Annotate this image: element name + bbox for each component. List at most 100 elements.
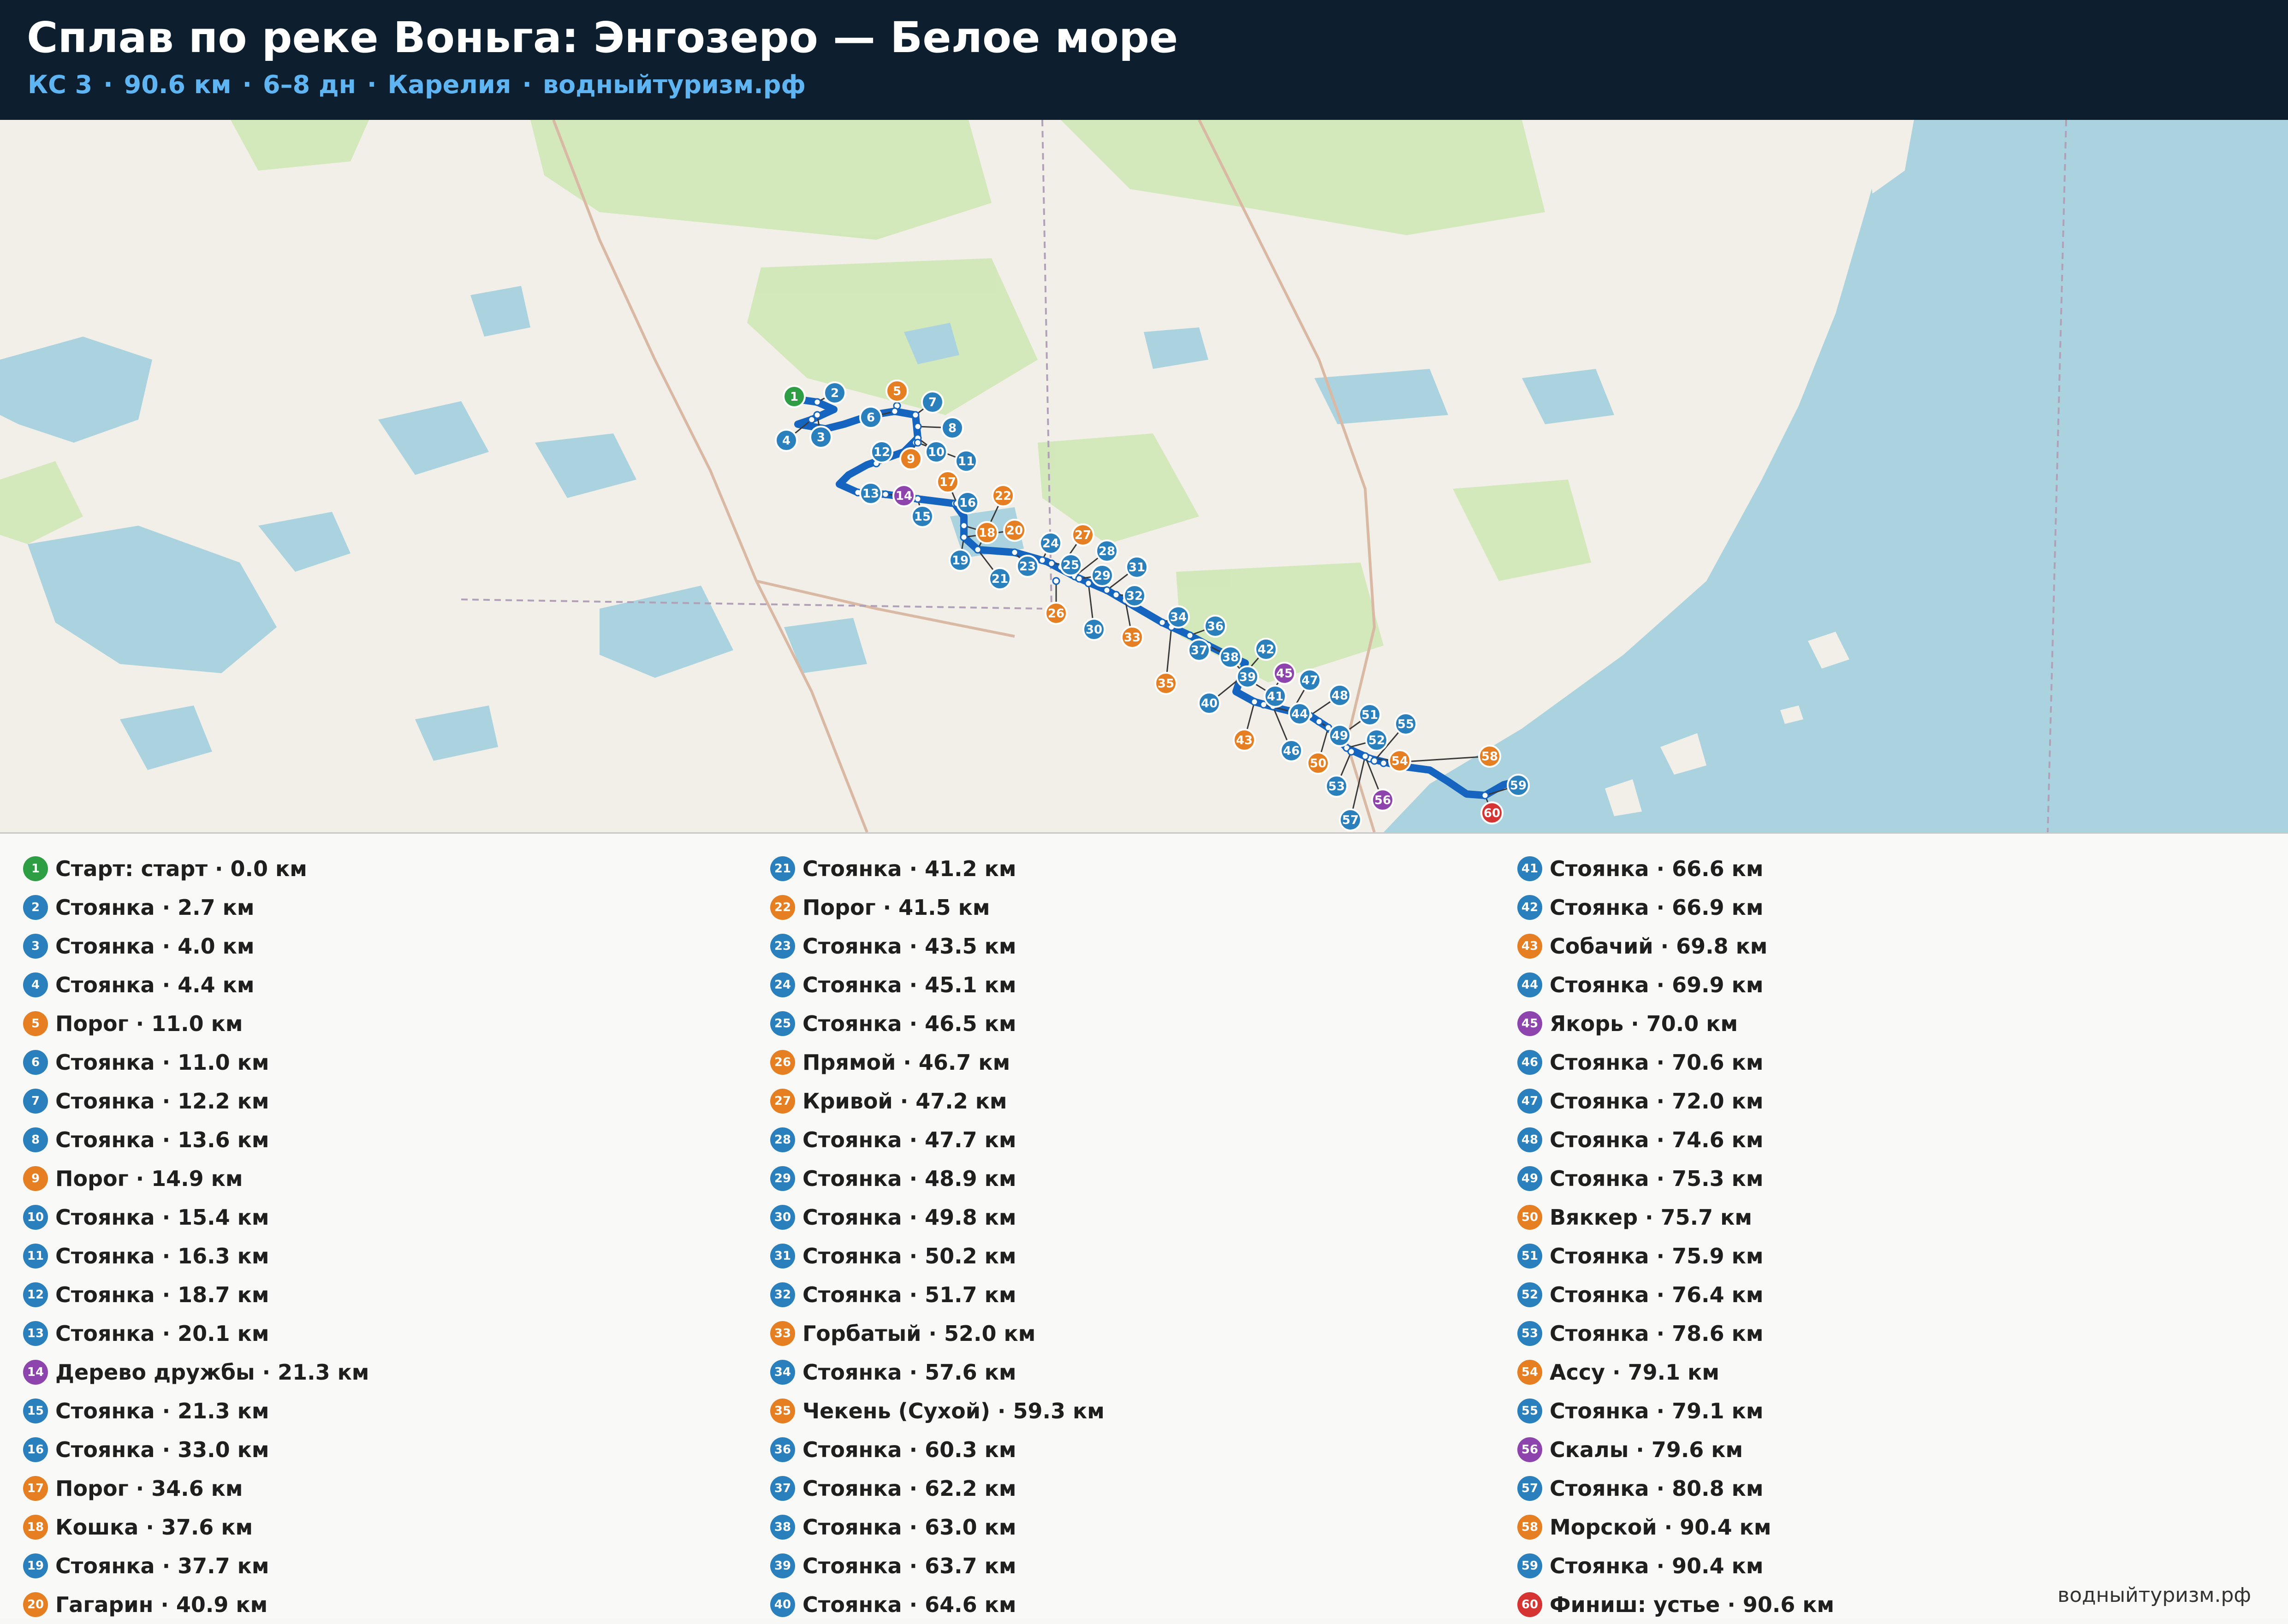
- route-marker[interactable]: 4: [775, 429, 798, 452]
- route-marker[interactable]: 9: [899, 447, 922, 470]
- route-marker[interactable]: 30: [1082, 618, 1105, 641]
- legend-label: Дерево дружбы · 21.3 км: [55, 1360, 369, 1385]
- legend-label: Стоянка · 51.7 км: [802, 1282, 1016, 1307]
- route-point: [1379, 759, 1388, 767]
- difficulty-label: КС 3: [28, 70, 93, 99]
- route-marker[interactable]: 58: [1478, 745, 1501, 768]
- route-map[interactable]: 1 23456789 10111213 14151617181920212223242…: [0, 120, 2288, 832]
- route-marker[interactable]: 50: [1307, 752, 1330, 775]
- route-marker[interactable]: 35: [1154, 672, 1177, 695]
- route-marker[interactable]: 51: [1358, 703, 1381, 726]
- legend-label: Стоянка · 75.9 км: [1550, 1244, 1764, 1268]
- route-marker[interactable]: 33: [1121, 626, 1144, 649]
- route-point: [1315, 717, 1323, 726]
- route-marker[interactable]: 42: [1254, 638, 1278, 661]
- route-point: [960, 533, 968, 541]
- route-marker[interactable]: 32: [1123, 584, 1146, 607]
- route-marker[interactable]: 11: [955, 450, 978, 473]
- legend-label: Морской · 90.4 км: [1550, 1515, 1771, 1540]
- marker-number: 51: [1361, 708, 1378, 722]
- route-marker[interactable]: 45: [1273, 662, 1296, 685]
- route-marker[interactable]: 38: [1219, 646, 1242, 669]
- route-marker[interactable]: 14: [892, 484, 915, 507]
- route-marker[interactable]: 29: [1091, 564, 1114, 587]
- route-marker[interactable]: 18: [975, 521, 998, 544]
- legend-item: 44 Стоянка · 69.9 км: [1517, 966, 1834, 1004]
- route-point: [911, 411, 920, 419]
- route-marker[interactable]: 23: [1016, 555, 1039, 578]
- legend-label: Кошка · 37.6 км: [55, 1515, 253, 1540]
- route-marker[interactable]: 21: [988, 567, 1011, 590]
- marker-number: 38: [1222, 651, 1239, 664]
- marker-number: 29: [1094, 569, 1111, 583]
- route-marker[interactable]: 39: [1236, 665, 1259, 688]
- camp-marker-icon: 7: [23, 1089, 48, 1114]
- route-marker[interactable]: 1: [783, 385, 806, 408]
- legend-label: Стоянка · 4.0 км: [55, 934, 255, 959]
- marker-number: 23: [1019, 560, 1036, 574]
- route-marker[interactable]: 10: [925, 440, 948, 463]
- route-marker[interactable]: 49: [1328, 724, 1351, 747]
- route-marker[interactable]: 17: [936, 470, 959, 493]
- marker-number: 43: [1236, 734, 1253, 747]
- legend-item: 49 Стоянка · 75.3 км: [1517, 1159, 1834, 1198]
- route-marker[interactable]: 60: [1480, 801, 1504, 824]
- route-marker[interactable]: 8: [941, 416, 964, 439]
- route-marker[interactable]: 2: [823, 381, 846, 404]
- start-marker-icon: 1: [23, 856, 48, 881]
- route-marker[interactable]: 53: [1325, 775, 1348, 798]
- route-marker[interactable]: 36: [1204, 615, 1227, 638]
- footer-site: водныйтуризм.рф: [2057, 1583, 2251, 1607]
- route-marker[interactable]: 22: [992, 484, 1015, 507]
- route-marker[interactable]: 48: [1328, 684, 1351, 707]
- route-marker[interactable]: 7: [921, 391, 944, 414]
- route-marker[interactable]: 24: [1039, 532, 1062, 555]
- route-point: [1112, 591, 1120, 599]
- route-marker[interactable]: 26: [1045, 602, 1068, 625]
- route-marker[interactable]: 56: [1371, 788, 1394, 812]
- route-marker[interactable]: 5: [885, 379, 909, 403]
- route-marker[interactable]: 59: [1507, 774, 1530, 797]
- legend-label: Собачий · 69.8 км: [1550, 934, 1768, 959]
- legend-label: Гагарин · 40.9 км: [55, 1592, 268, 1617]
- route-marker[interactable]: 12: [870, 440, 893, 463]
- route-marker[interactable]: 31: [1125, 556, 1148, 579]
- route-marker[interactable]: 6: [859, 406, 882, 429]
- legend-label: Порог · 34.6 км: [55, 1476, 243, 1501]
- marker-number: 59: [1510, 779, 1527, 793]
- route-marker[interactable]: 19: [949, 549, 972, 572]
- route-marker[interactable]: 46: [1280, 739, 1303, 762]
- route-marker[interactable]: 40: [1198, 692, 1221, 715]
- route-marker[interactable]: 16: [956, 491, 979, 514]
- marker-number: 26: [1048, 607, 1064, 621]
- marker-number: 24: [1042, 537, 1059, 551]
- route-marker[interactable]: 52: [1365, 729, 1388, 752]
- route-marker[interactable]: 34: [1167, 605, 1190, 628]
- camp-marker-icon: 25: [770, 1011, 795, 1036]
- camp-marker-icon: 52: [1517, 1282, 1542, 1307]
- legend-item: 10 Стоянка · 15.4 км: [23, 1198, 369, 1237]
- route-marker[interactable]: 57: [1339, 808, 1362, 831]
- legend-item: 25 Стоянка · 46.5 км: [770, 1004, 1105, 1043]
- marker-number: 42: [1258, 643, 1274, 657]
- route-marker[interactable]: 54: [1388, 749, 1411, 772]
- legend-item: 37 Стоянка · 62.2 км: [770, 1469, 1105, 1508]
- route-marker[interactable]: 27: [1071, 523, 1094, 546]
- route-marker[interactable]: 37: [1188, 639, 1211, 662]
- route-marker[interactable]: 15: [911, 505, 934, 528]
- route-marker[interactable]: 43: [1233, 729, 1256, 752]
- route-marker[interactable]: 3: [809, 426, 832, 449]
- route-marker[interactable]: 28: [1095, 539, 1118, 563]
- route-marker[interactable]: 20: [1003, 519, 1026, 542]
- camp-marker-icon: 59: [1517, 1553, 1542, 1578]
- route-marker[interactable]: 25: [1059, 553, 1082, 576]
- route-marker[interactable]: 55: [1394, 712, 1417, 735]
- route-marker[interactable]: 47: [1298, 669, 1321, 692]
- camp-marker-icon: 48: [1517, 1127, 1542, 1152]
- rapid-marker-icon: 18: [23, 1515, 48, 1540]
- legend-item: 6 Стоянка · 11.0 км: [23, 1043, 369, 1082]
- page-title: Сплав по реке Воньга: Энгозеро — Белое м…: [27, 13, 1178, 62]
- route-marker[interactable]: 41: [1264, 685, 1287, 708]
- route-marker[interactable]: 44: [1288, 702, 1311, 725]
- route-marker[interactable]: 13: [859, 482, 882, 505]
